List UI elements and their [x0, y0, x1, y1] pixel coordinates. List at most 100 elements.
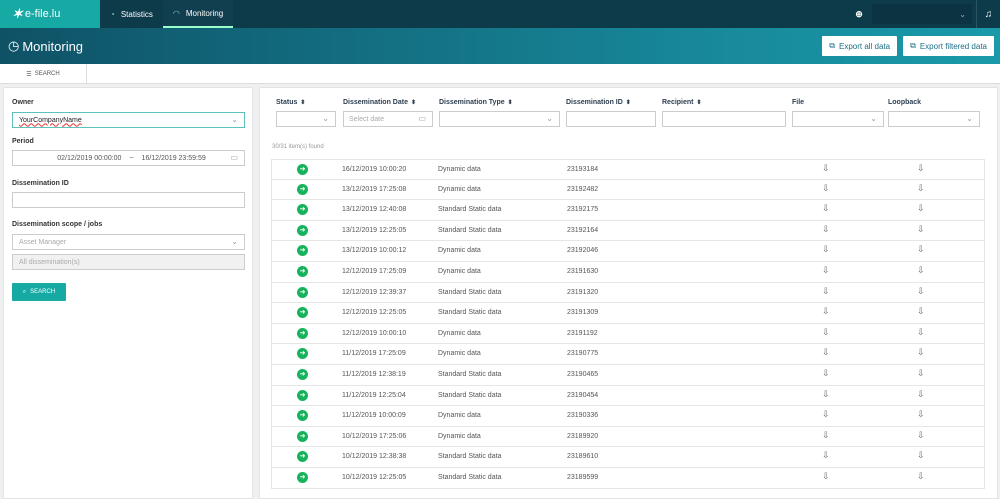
- table-row[interactable]: ➜ 11/12/2019 12:38:19 Standard Static data…: [271, 364, 985, 386]
- calendar-icon: ▭: [230, 153, 238, 162]
- table-row[interactable]: ➜ 12/12/2019 10:00:10 Dynamic data 23191192…: [271, 323, 985, 345]
- download-icon[interactable]: ⇩: [822, 471, 830, 482]
- download-icon[interactable]: ⇩: [822, 224, 830, 235]
- row-id: 23192164: [567, 226, 599, 234]
- search-tab[interactable]: ☰ SEARCH: [0, 64, 87, 84]
- logo-mark-icon: ✶: [12, 6, 23, 21]
- table-row[interactable]: ➜ 10/12/2019 17:25:06 Dynamic data 23189920…: [271, 426, 985, 448]
- language-select[interactable]: ⌄: [872, 4, 972, 24]
- table-row[interactable]: ➜ 11/12/2019 10:00:09 Dynamic data 23190336…: [271, 406, 985, 427]
- row-date: 10/12/2019 17:25:06: [342, 432, 407, 440]
- status-ok-icon: ➜: [297, 348, 308, 360]
- page-title: ◷ Monitoring: [8, 38, 83, 54]
- export-filtered-button[interactable]: ⧉ Export filtered data: [903, 36, 994, 56]
- download-icon[interactable]: ⇩: [917, 203, 925, 214]
- nav-tab-statistics[interactable]: ◔ Statistics: [100, 0, 163, 28]
- search-tab-label: SEARCH: [34, 71, 60, 77]
- table-row[interactable]: ➜ 13/12/2019 10:00:12 Dynamic data 23192046…: [271, 241, 985, 262]
- bell-icon[interactable]: ♫: [976, 0, 1000, 28]
- scope-select[interactable]: Asset Manager ⌄: [12, 234, 245, 250]
- id-filter[interactable]: [566, 111, 656, 127]
- row-type: Dynamic data: [438, 267, 481, 275]
- download-icon[interactable]: ⇩: [822, 163, 830, 174]
- table-row[interactable]: ➜ 10/12/2019 12:25:05 Standard Static data…: [271, 467, 985, 489]
- chevron-down-icon: ⌄: [231, 115, 238, 124]
- header-id[interactable]: Dissemination ID ⬍: [566, 99, 631, 106]
- download-icon[interactable]: ⇩: [822, 265, 830, 276]
- logo[interactable]: ✶ e-file.lu: [0, 0, 100, 28]
- search-button-label: SEARCH: [30, 289, 56, 295]
- file-filter[interactable]: ⌄: [792, 111, 884, 127]
- download-icon[interactable]: ⇩: [822, 306, 830, 317]
- row-date: 13/12/2019 12:25:05: [342, 226, 407, 234]
- header-recipient[interactable]: Recipient ⬍: [662, 99, 702, 106]
- row-type: Dynamic data: [438, 185, 481, 193]
- table-row[interactable]: ➜ 12/12/2019 17:25:09 Dynamic data 23191630…: [271, 261, 985, 283]
- download-icon[interactable]: ⇩: [822, 327, 830, 338]
- header-type[interactable]: Dissemination Type ⬍: [439, 99, 513, 106]
- chevron-down-icon: ⌄: [546, 114, 553, 123]
- header-label: File: [792, 99, 805, 106]
- download-icon[interactable]: ⇩: [917, 163, 925, 174]
- download-icon[interactable]: ⇩: [822, 368, 830, 379]
- row-type: Dynamic data: [438, 247, 481, 255]
- download-icon[interactable]: ⇩: [917, 224, 925, 235]
- download-icon[interactable]: ⇩: [917, 306, 925, 317]
- period-range-picker[interactable]: 02/12/2019 00:00:00 ~ 16/12/2019 23:59:5…: [12, 150, 245, 166]
- header-status[interactable]: Status ⬍: [276, 99, 305, 106]
- table-row[interactable]: ➜ 12/12/2019 12:39:37 Standard Static data…: [271, 282, 985, 304]
- download-icon[interactable]: ⇩: [917, 286, 925, 297]
- status-ok-icon: ➜: [297, 245, 308, 257]
- row-date: 11/12/2019 17:25:09: [342, 350, 406, 358]
- row-type: Dynamic data: [438, 329, 481, 337]
- header-label: Recipient: [662, 99, 694, 106]
- date-filter[interactable]: Select date ▭: [343, 111, 433, 127]
- download-icon[interactable]: ⇩: [917, 265, 925, 276]
- download-icon[interactable]: ⇩: [917, 347, 925, 358]
- row-id: 23191630: [567, 267, 599, 275]
- download-icon[interactable]: ⇩: [917, 409, 925, 420]
- search-button[interactable]: ⌕ SEARCH: [12, 283, 66, 301]
- download-icon[interactable]: ⇩: [917, 183, 925, 194]
- results-table: ➜ 16/12/2019 10:00:20 Dynamic data 23193184…: [271, 159, 985, 489]
- download-icon[interactable]: ⇩: [917, 368, 925, 379]
- table-row[interactable]: ➜ 16/12/2019 10:00:20 Dynamic data 23193184…: [271, 159, 985, 180]
- type-filter[interactable]: ⌄: [439, 111, 560, 127]
- nav-tab-monitoring[interactable]: ◠ Monitoring: [162, 0, 234, 28]
- download-icon[interactable]: ⇩: [822, 244, 830, 255]
- download-icon[interactable]: ⇩: [822, 389, 830, 400]
- header-date[interactable]: Dissemination Date ⬍: [343, 99, 416, 106]
- table-row[interactable]: ➜ 13/12/2019 12:25:05 Standard Static data…: [271, 220, 985, 242]
- download-icon[interactable]: ⇩: [822, 286, 830, 297]
- table-row[interactable]: ➜ 12/12/2019 12:25:05 Standard Static data…: [271, 303, 985, 324]
- status-filter[interactable]: ⌄: [276, 111, 336, 127]
- table-row[interactable]: ➜ 11/12/2019 12:25:04 Standard Static data…: [271, 385, 985, 407]
- download-icon[interactable]: ⇩: [917, 244, 925, 255]
- download-icon[interactable]: ⇩: [822, 409, 830, 420]
- export-all-button[interactable]: ⧉ Export all data: [822, 36, 898, 56]
- nav-tab-label: Statistics: [120, 9, 153, 19]
- recipient-filter[interactable]: [662, 111, 786, 127]
- download-icon[interactable]: ⇩: [822, 347, 830, 358]
- dashboard-icon: ◷: [8, 38, 20, 53]
- download-icon[interactable]: ⇩: [917, 327, 925, 338]
- download-icon[interactable]: ⇩: [917, 389, 925, 400]
- row-type: Standard Static data: [438, 288, 502, 296]
- calendar-icon: ▭: [418, 114, 426, 123]
- globe-icon[interactable]: ⊕: [846, 9, 872, 20]
- download-icon[interactable]: ⇩: [917, 471, 925, 482]
- download-icon[interactable]: ⇩: [822, 430, 830, 441]
- download-icon[interactable]: ⇩: [917, 450, 925, 461]
- download-icon[interactable]: ⇩: [917, 430, 925, 441]
- table-row[interactable]: ➜ 11/12/2019 17:25:09 Dynamic data 23190775…: [271, 344, 985, 365]
- row-id: 23191309: [567, 309, 599, 317]
- download-icon[interactable]: ⇩: [822, 183, 830, 194]
- download-icon[interactable]: ⇩: [822, 450, 830, 461]
- download-icon[interactable]: ⇩: [822, 203, 830, 214]
- owner-select[interactable]: YourCompanyName ⌄: [12, 112, 245, 128]
- loopback-filter[interactable]: ⌄: [888, 111, 980, 127]
- table-row[interactable]: ➜ 13/12/2019 12:40:08 Standard Static data…: [271, 200, 985, 221]
- dissemination-id-input[interactable]: [12, 192, 245, 208]
- table-row[interactable]: ➜ 13/12/2019 17:25:08 Dynamic data 23192482…: [271, 179, 985, 201]
- table-row[interactable]: ➜ 10/12/2019 12:38:38 Standard Static data…: [271, 447, 985, 468]
